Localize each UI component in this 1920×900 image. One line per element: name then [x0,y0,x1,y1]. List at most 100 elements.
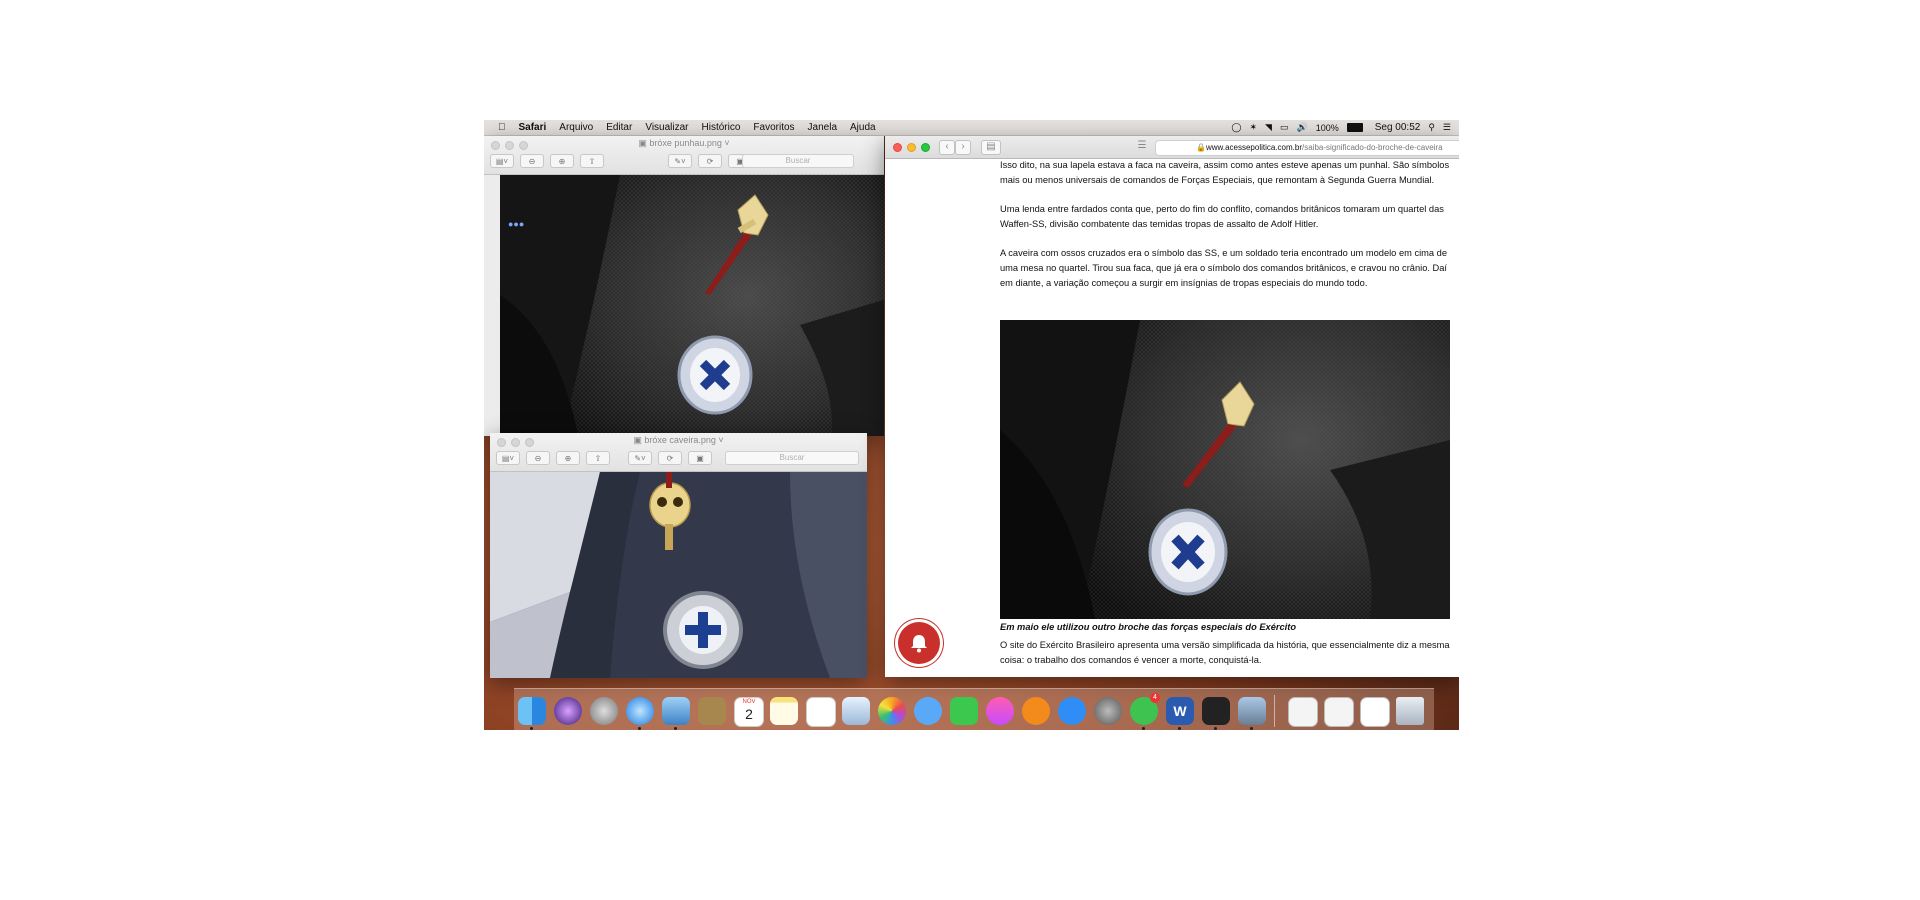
sidebar-toggle-icon[interactable]: ▤˅ [496,451,520,465]
article-paragraph-2: Uma lenda entre fardados conta que, pert… [1000,204,1444,229]
window-controls [893,143,930,152]
url-path: /saiba-significado-do-broche-de-caveira [1302,143,1443,152]
close-button[interactable] [893,143,902,152]
launchpad-icon[interactable] [590,697,618,725]
menu-favoritos[interactable]: Favoritos [753,122,794,133]
running-indicator [530,727,533,730]
window-2-icon[interactable] [1324,697,1354,727]
image-capture-icon[interactable] [1238,697,1266,725]
notes-book-icon[interactable] [698,697,726,725]
search-field[interactable]: Buscar [725,451,859,465]
zoom-out-icon[interactable]: ⊖ [520,154,544,168]
photos-preview-icon[interactable] [842,697,870,725]
url-host: www.acessepolitica.com.br [1205,143,1303,152]
itunes-icon[interactable] [986,697,1014,725]
messages-icon[interactable] [914,697,942,725]
finder-icon[interactable] [518,697,546,725]
apple-icon[interactable]:  [498,122,506,133]
system-preferences-icon[interactable] [1094,697,1122,725]
army-insignia-pin [677,335,753,415]
window-title-text: bróxe caveira.png [644,435,716,445]
markup-pen-icon[interactable]: ✎˅ [668,154,692,168]
notes-icon[interactable] [770,697,798,725]
bell-glyph [911,635,927,653]
menu-janela[interactable]: Janela [808,122,837,133]
dock: NOV 2 4 W [514,688,1434,730]
search-field[interactable]: Buscar [742,154,854,168]
photo-dagger-pin: ●●● [500,175,884,436]
lock-icon: 🔒 [1196,143,1206,152]
skull-pin-photo [490,472,867,678]
calendar-icon[interactable]: NOV 2 [734,697,764,727]
wifi-icon[interactable]: ◥ [1265,122,1272,133]
battery-icon[interactable] [1346,123,1363,132]
article-paragraph-4: O site do Exército Brasileiro apresenta … [1000,640,1450,665]
army-insignia-pin [1148,508,1228,596]
menu-ajuda[interactable]: Ajuda [850,122,876,133]
running-indicator [674,727,677,730]
article-image [1000,320,1450,619]
preview-window-dagger: ▣ bróxe punhau.png ˅ ▤˅ ⊖ ⊕ ⇧ ✎˅ ⟳ ▣ Bus… [484,136,884,436]
calendar-day: 2 [745,706,753,722]
safari-icon[interactable] [626,697,654,725]
health-service-pin [663,591,743,669]
zoom-out-icon[interactable]: ⊖ [526,451,550,465]
zoom-in-icon[interactable]: ⊕ [556,451,580,465]
photo-skull-pin [490,472,867,678]
article-photo-dagger-pin [1000,320,1450,619]
back-button[interactable]: ‹ [939,140,955,155]
rotate-icon[interactable]: ⟳ [698,154,722,168]
toolbox-icon[interactable]: ▣ [688,451,712,465]
markup-pen-icon[interactable]: ✎˅ [628,451,652,465]
image-caption: Em maio ele utilizou outro broche das fo… [1000,622,1297,632]
running-indicator [1250,727,1253,730]
window-title: ▣ bróxe caveira.png ˅ [633,435,724,445]
ibooks-icon[interactable] [1022,697,1050,725]
app-store-icon[interactable] [1058,697,1086,725]
article-paragraph-3: A caveira com ossos cruzados era o símbo… [1000,248,1448,288]
document-icon[interactable] [1360,697,1390,727]
menu-app-name[interactable]: Safari [519,122,547,133]
notification-bell-icon[interactable] [898,622,940,664]
accessibility-icon[interactable]: ◯ [1231,122,1241,133]
reader-icon[interactable]: ☰ [1135,140,1149,153]
forward-button[interactable]: › [955,140,971,155]
dagger-pin-photo: ●●● [500,175,884,436]
zoom-in-icon[interactable]: ⊕ [550,154,574,168]
preview-tools: ▤˅ ⊖ ⊕ ⇧ ✎˅ ⟳ ▣ [490,154,752,168]
window-title-text: bróxe punhau.png [649,138,722,148]
volume-icon[interactable]: 🔊 [1296,122,1307,133]
airplay-icon[interactable]: ▭ [1280,122,1289,133]
photos-icon[interactable] [878,697,906,725]
word-icon[interactable]: W [1166,697,1194,725]
article-body: Isso dito, na sua lapela estava a faca n… [1000,158,1452,305]
notification-center-icon[interactable]: ☰ [1443,122,1451,133]
sidebar-icon[interactable]: ▤ [981,140,1001,155]
siri-icon[interactable] [554,697,582,725]
desktop:  Safari Arquivo Editar Visualizar Histó… [484,120,1459,730]
safari-window: ‹ › ▤ ☰ 🔒www.acessepolitica.com.br/saiba… [885,136,1459,677]
menu-editar[interactable]: Editar [606,122,632,133]
trash-icon[interactable] [1396,697,1424,725]
address-bar[interactable]: 🔒www.acessepolitica.com.br/saiba-signifi… [1155,140,1459,156]
facetime-icon[interactable] [950,697,978,725]
sidebar-toggle-icon[interactable]: ▤˅ [490,154,514,168]
running-indicator [1178,727,1181,730]
battery-percent[interactable]: 100% [1316,123,1339,133]
menu-historico[interactable]: Histórico [702,122,741,133]
reminders-icon[interactable] [806,697,836,727]
bluetooth-icon[interactable]: ✶ [1249,122,1257,133]
clock[interactable]: Seg 00:52 [1375,122,1421,133]
terminal-icon[interactable] [1202,697,1230,725]
window-1-icon[interactable] [1288,697,1318,727]
preview-icon[interactable] [662,697,690,725]
rotate-icon[interactable]: ⟳ [658,451,682,465]
share-icon[interactable]: ⇧ [580,154,604,168]
zoom-button[interactable] [921,143,930,152]
window-title: ▣ bróxe punhau.png ˅ [638,138,730,148]
menu-arquivo[interactable]: Arquivo [559,122,593,133]
menu-visualizar[interactable]: Visualizar [645,122,688,133]
minimize-button[interactable] [907,143,916,152]
share-icon[interactable]: ⇧ [586,451,610,465]
spotlight-icon[interactable]: ⚲ [1428,122,1435,133]
